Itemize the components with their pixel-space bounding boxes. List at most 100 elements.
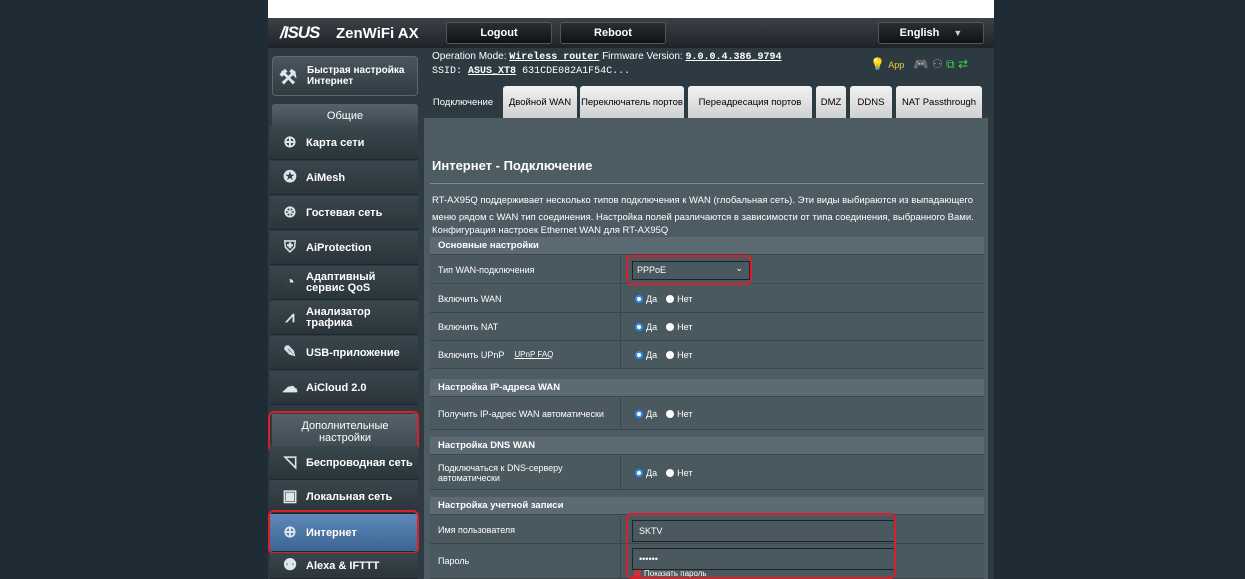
radio-yes[interactable] [635, 323, 643, 331]
sidebar-item-label: Гостевая сеть [306, 206, 383, 219]
alexa-icon: ⚉ [282, 557, 298, 574]
auto-dns-label: Подключаться к DNS-серверу автоматически [438, 462, 563, 483]
language-label: English [899, 27, 940, 39]
asus-logo: /ISUS [280, 23, 320, 42]
guest-network-icon: ⊛ [283, 204, 297, 221]
sidebar-item-label: AiProtection [306, 241, 372, 254]
tab-connection[interactable]: Подключение [426, 86, 500, 118]
enable-nat-label: Включить NAT [438, 321, 499, 332]
enable-upnp-radio-group: Да Нет [635, 350, 692, 360]
users-icon[interactable]: ⚇ [932, 57, 943, 71]
radio-yes-label: Да [646, 294, 658, 304]
reboot-button[interactable]: Reboot [560, 22, 666, 44]
auto-dns-radio-group: Да Нет [635, 468, 692, 478]
radio-yes[interactable] [635, 469, 643, 477]
sidebar-item-aiprotection[interactable]: ⛨ AiProtection [270, 231, 418, 265]
op-mode-link[interactable]: Wireless router [509, 52, 599, 63]
radio-yes-label: Да [646, 468, 658, 478]
firmware-label: Firmware Version: [602, 51, 683, 62]
general-section-header: Общие [272, 104, 418, 126]
gamepad-icon[interactable]: 🎮 [914, 57, 929, 71]
ssid-label: SSID: [432, 66, 463, 77]
lock-shield-icon: ⛨ [283, 239, 296, 256]
radio-yes[interactable] [635, 410, 643, 418]
page-description: RT-AX95Q поддерживает несколько типов по… [432, 195, 974, 223]
quick-setup-label: Быстрая настройка Интернет [307, 65, 405, 87]
logout-button[interactable]: Logout [446, 22, 552, 44]
sidebar-item-alexa[interactable]: ⚉ Alexa & IFTTT [270, 553, 418, 579]
sidebar-item-label: Локальная сеть [306, 490, 393, 503]
column-divider [620, 544, 621, 578]
enable-wan-radio-group: Да Нет [635, 294, 692, 304]
radio-no[interactable] [666, 410, 675, 418]
username-label: Имя пользователя [438, 524, 516, 535]
radio-yes-label: Да [646, 409, 658, 419]
radio-yes-label: Да [646, 322, 658, 332]
section-title: Настройка DNS WAN [438, 440, 536, 451]
usb-status-icon[interactable]: ⧉ [946, 57, 955, 71]
sidebar-item-usb-app[interactable]: ✎ USB-приложение [270, 336, 418, 370]
column-divider [620, 341, 621, 368]
wifi-icon: ◹ [283, 454, 297, 471]
chevron-down-icon: ▼ [953, 28, 963, 38]
row-enable-wan: Включить WAN Да Нет [430, 285, 984, 313]
app-label[interactable]: App [888, 60, 904, 70]
tab-ddns[interactable]: DDNS [850, 86, 892, 118]
sidebar-item-label: Карта сети [306, 136, 365, 149]
op-mode-label: Operation Mode: [432, 51, 507, 62]
password-label: Пароль [438, 556, 470, 566]
app-icon[interactable]: 💡 [870, 57, 885, 71]
sidebar-item-aicloud[interactable]: ☁ AiCloud 2.0 [270, 371, 418, 405]
enable-nat-radio-group: Да Нет [635, 322, 692, 332]
config-subtitle: Конфигурация настроек Ethernet WAN для R… [432, 225, 669, 236]
globe-network-icon: ⊕ [283, 134, 297, 151]
radio-no-label: Нет [677, 409, 693, 419]
radio-no[interactable] [666, 351, 675, 359]
sidebar-item-traffic-analyzer[interactable]: ⩘ Анализатор трафика [270, 301, 418, 335]
language-select[interactable]: English ▼ [878, 22, 984, 44]
radio-no[interactable] [666, 469, 675, 477]
sidebar-item-qos[interactable]: ◔ Адаптивный сервис QoS [270, 266, 418, 300]
sidebar-item-label: Беспроводная сеть [306, 456, 413, 469]
speedometer-icon: ◔ [285, 274, 295, 291]
page-title: Интернет - Подключение [432, 158, 593, 173]
highlight-box-wan-type [626, 255, 752, 285]
firmware-link[interactable]: 9.0.0.4.386_9794 [685, 52, 781, 63]
sidebar-item-guest-network[interactable]: ⊛ Гостевая сеть [270, 196, 418, 230]
radio-yes[interactable] [635, 295, 643, 303]
column-divider [620, 516, 621, 543]
product-name: ZenWiFi AX [336, 25, 419, 42]
tab-dmz[interactable]: DMZ [816, 86, 846, 118]
sidebar-item-lan[interactable]: ▣ Локальная сеть [270, 480, 418, 514]
sidebar-item-label: Анализатор трафика [306, 306, 371, 329]
tab-port-switch[interactable]: Переключатель портов [580, 86, 684, 118]
tab-port-forwarding[interactable]: Переадресация портов [688, 86, 812, 118]
sidebar-item-label: USB-приложение [306, 346, 400, 359]
tab-dual-wan[interactable]: Двойной WAN [503, 86, 577, 118]
row-enable-nat: Включить NAT Да Нет [430, 313, 984, 341]
sidebar-item-aimesh[interactable]: ✪ AiMesh [270, 161, 418, 195]
column-divider [620, 398, 621, 429]
radio-no-label: Нет [677, 294, 693, 304]
column-divider [620, 456, 621, 489]
sidebar-item-wireless[interactable]: ◹ Беспроводная сеть [270, 446, 418, 480]
upnp-faq-link[interactable]: UPnP FAQ [514, 350, 553, 360]
tab-nat-passthrough[interactable]: NAT Passthrough [896, 86, 982, 118]
column-divider [620, 256, 621, 283]
column-divider [620, 285, 621, 312]
wan-status-icon[interactable]: ⇄ [958, 57, 968, 71]
section-wan-ip: Настройка IP-адреса WAN [430, 379, 984, 397]
column-divider [620, 313, 621, 340]
auto-ip-label: Получить IP-адрес WAN автоматически [438, 408, 604, 419]
quick-setup-button[interactable]: ⚒ Быстрая настройка Интернет [272, 56, 418, 96]
radio-no[interactable] [666, 323, 675, 331]
section-title: Основные настройки [438, 240, 539, 251]
radio-no[interactable] [666, 295, 675, 303]
radio-no-label: Нет [677, 322, 693, 332]
lan-monitor-icon: ▣ [282, 488, 298, 505]
radio-yes[interactable] [635, 351, 643, 359]
page-background-left [0, 0, 268, 579]
sidebar-item-network-map[interactable]: ⊕ Карта сети [270, 126, 418, 160]
radio-no-label: Нет [677, 350, 693, 360]
sidebar-item-label: Адаптивный сервис QoS [306, 271, 376, 294]
